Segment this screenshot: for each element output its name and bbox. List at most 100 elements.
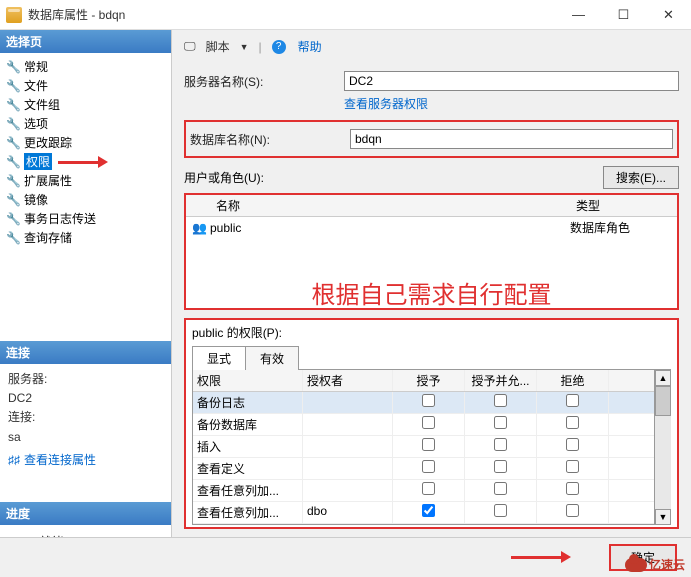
perm-row[interactable]: 查看定义 <box>193 458 654 480</box>
help-icon: ? <box>272 40 286 54</box>
deny-checkbox[interactable] <box>566 394 579 407</box>
grant-checkbox[interactable] <box>422 460 435 473</box>
nav-query-store[interactable]: 🔧查询存储 <box>0 228 171 247</box>
perm-name: 备份日志 <box>193 392 303 413</box>
nav-files[interactable]: 🔧文件 <box>0 76 171 95</box>
scroll-thumb[interactable] <box>655 386 671 416</box>
perm-title: public 的权限(P): <box>192 324 671 341</box>
deny-checkbox[interactable] <box>566 460 579 473</box>
perm-row[interactable]: 备份数据库 <box>193 414 654 436</box>
perm-row[interactable]: 查看任意列加...dbo <box>193 502 654 524</box>
scroll-down-icon[interactable]: ▼ <box>655 509 671 525</box>
nav-general[interactable]: 🔧常规 <box>0 57 171 76</box>
cloud-icon <box>625 558 647 572</box>
scroll-up-icon[interactable]: ▲ <box>655 370 671 386</box>
with-grant-checkbox[interactable] <box>494 394 507 407</box>
perm-row[interactable]: 插入 <box>193 436 654 458</box>
watermark: 亿速云 <box>625 556 685 573</box>
perm-grantor: dbo <box>303 502 393 523</box>
perm-name: 插入 <box>193 436 303 457</box>
page-icon: 🔧 <box>6 98 20 112</box>
view-server-perm-link[interactable]: 查看服务器权限 <box>344 95 679 112</box>
nav-options[interactable]: 🔧选项 <box>0 114 171 133</box>
with-grant-checkbox[interactable] <box>494 460 507 473</box>
page-icon: 🔧 <box>6 117 20 131</box>
conn-value: sa <box>8 428 163 447</box>
deny-checkbox[interactable] <box>566 438 579 451</box>
nav-extended-props[interactable]: 🔧扩展属性 <box>0 171 171 190</box>
with-grant-checkbox[interactable] <box>494 438 507 451</box>
col-grant: 授予 <box>393 370 465 391</box>
server-name-label: 服务器名称(S): <box>184 73 344 90</box>
connection-info: 服务器: DC2 连接: sa ♯♯查看连接属性 <box>0 364 171 476</box>
with-grant-checkbox[interactable] <box>494 482 507 495</box>
user-row[interactable]: 👥 public 数据库角色 <box>186 217 677 238</box>
view-conn-props-link[interactable]: ♯♯查看连接属性 <box>8 451 163 470</box>
server-name-input[interactable] <box>344 71 679 91</box>
maximize-button[interactable]: ☐ <box>601 0 646 30</box>
grant-checkbox[interactable] <box>422 416 435 429</box>
nav-mirroring[interactable]: 🔧镜像 <box>0 190 171 209</box>
db-name-input[interactable] <box>350 129 673 149</box>
role-icon: 👥 <box>192 221 210 235</box>
minimize-button[interactable]: — <box>556 0 601 30</box>
page-icon: 🔧 <box>6 60 20 74</box>
users-grid[interactable]: 名称 类型 👥 public 数据库角色 根据自己需求自行配置 <box>184 193 679 310</box>
col-permission: 权限 <box>193 370 303 391</box>
properties-icon: ♯♯ <box>8 453 20 467</box>
grant-checkbox[interactable] <box>422 482 435 495</box>
page-icon: 🔧 <box>6 136 20 150</box>
select-page-header: 选择页 <box>0 30 171 53</box>
col-name: 名称 <box>210 195 570 216</box>
users-grid-header: 名称 类型 <box>186 195 677 217</box>
annotation-arrow-icon <box>58 157 108 167</box>
right-panel: 🖵 脚本 ▼ | ? 帮助 服务器名称(S): 查看服务器权限 数据库名称(N)… <box>172 30 691 537</box>
nav-filegroups[interactable]: 🔧文件组 <box>0 95 171 114</box>
scrollbar[interactable]: ▲ ▼ <box>655 370 671 525</box>
nav-permissions[interactable]: 🔧权限 <box>0 152 171 171</box>
deny-checkbox[interactable] <box>566 504 579 517</box>
tab-explicit[interactable]: 显式 <box>192 346 246 370</box>
permissions-block: public 的权限(P): 显式 有效 权限 授权者 授予 授予并允... 拒… <box>184 318 679 529</box>
search-button[interactable]: 搜索(E)... <box>603 166 679 189</box>
with-grant-checkbox[interactable] <box>494 416 507 429</box>
tab-effective[interactable]: 有效 <box>245 346 299 370</box>
window-buttons: — ☐ ✕ <box>556 0 691 30</box>
db-name-label: 数据库名称(N): <box>190 131 350 148</box>
dropdown-icon[interactable]: ▼ <box>240 42 249 52</box>
progress-header: 进度 <box>0 502 171 525</box>
help-button[interactable]: 帮助 <box>298 38 322 55</box>
page-icon: 🔧 <box>6 212 20 226</box>
with-grant-checkbox[interactable] <box>494 504 507 517</box>
progress-block: 就绪 <box>0 525 171 537</box>
page-nav: 🔧常规 🔧文件 🔧文件组 🔧选项 🔧更改跟踪 🔧权限 🔧扩展属性 🔧镜像 🔧事务… <box>0 53 171 251</box>
col-with-grant: 授予并允... <box>465 370 537 391</box>
page-icon: 🔧 <box>6 193 20 207</box>
perm-tabs: 显式 有效 <box>192 345 671 370</box>
perm-name: 查看定义 <box>193 458 303 479</box>
grant-checkbox[interactable] <box>422 504 435 517</box>
server-label: 服务器: <box>8 370 163 389</box>
page-icon: 🔧 <box>6 174 20 188</box>
script-button[interactable]: 脚本 <box>206 38 230 55</box>
deny-checkbox[interactable] <box>566 416 579 429</box>
page-icon: 🔧 <box>6 155 20 169</box>
grant-checkbox[interactable] <box>422 394 435 407</box>
server-value: DC2 <box>8 389 163 408</box>
deny-checkbox[interactable] <box>566 482 579 495</box>
database-icon <box>6 7 22 23</box>
annotation-arrow-icon <box>511 552 571 562</box>
nav-change-tracking[interactable]: 🔧更改跟踪 <box>0 133 171 152</box>
toolbar: 🖵 脚本 ▼ | ? 帮助 <box>184 38 679 55</box>
annotation-text: 根据自己需求自行配置 <box>186 275 677 310</box>
perm-name: 备份数据库 <box>193 414 303 435</box>
title-bar: 数据库属性 - bdqn — ☐ ✕ <box>0 0 691 30</box>
perm-row[interactable]: 查看任意列加... <box>193 480 654 502</box>
nav-log-shipping[interactable]: 🔧事务日志传送 <box>0 209 171 228</box>
page-icon: 🔧 <box>6 231 20 245</box>
close-button[interactable]: ✕ <box>646 0 691 30</box>
dialog-footer: 确定 亿速云 <box>0 537 691 577</box>
perm-name: 查看任意列加... <box>193 502 303 523</box>
perm-row[interactable]: 备份日志 <box>193 392 654 414</box>
grant-checkbox[interactable] <box>422 438 435 451</box>
